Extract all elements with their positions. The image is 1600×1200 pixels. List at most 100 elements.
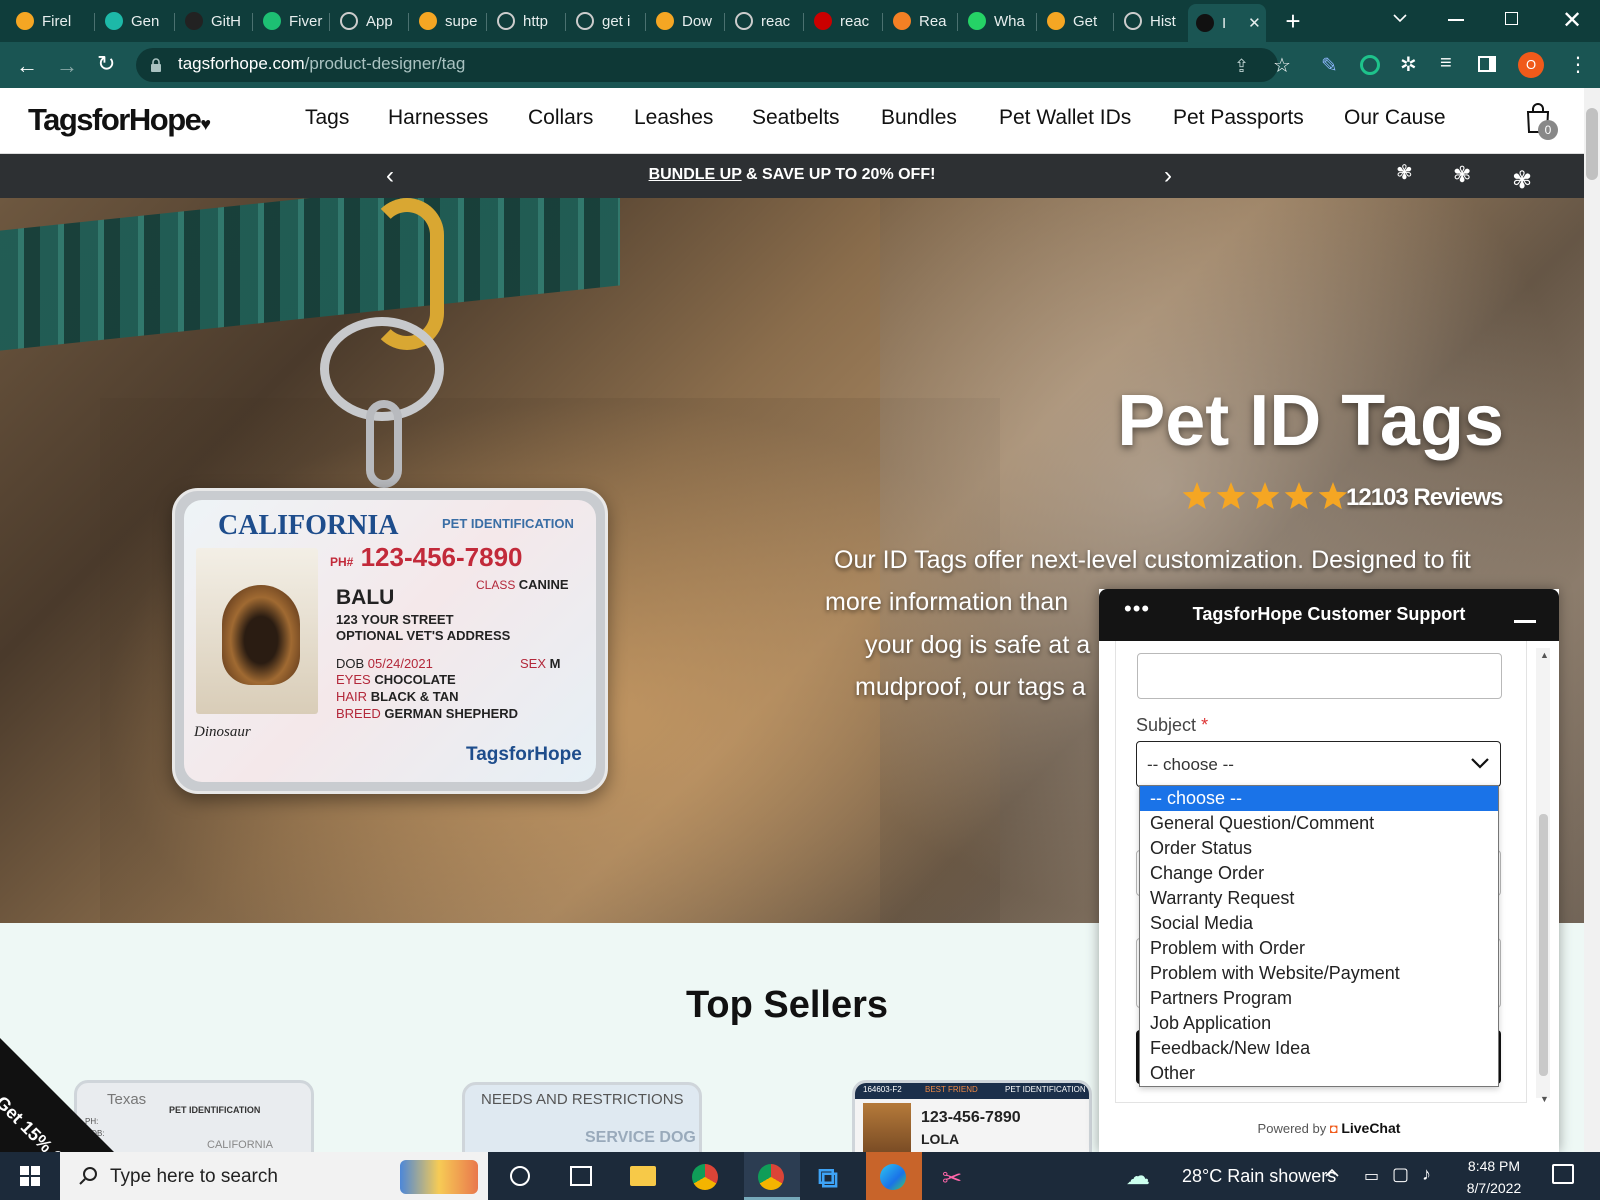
notifications-icon[interactable] — [1552, 1164, 1574, 1184]
profile-avatar[interactable]: O — [1518, 52, 1544, 78]
volume-icon[interactable]: ♪ — [1422, 1164, 1431, 1185]
browser-tab[interactable]: reac — [727, 6, 799, 36]
minimize-button[interactable] — [1448, 19, 1464, 21]
pen-extension-icon[interactable]: ✎ — [1321, 53, 1338, 78]
tagsforhope-icon — [1196, 14, 1214, 32]
subject-option[interactable]: Job Application — [1140, 1011, 1498, 1036]
chat-scroll-up[interactable]: ▲ — [1540, 650, 1549, 660]
chevron-down-icon[interactable] — [1470, 756, 1490, 770]
browser-tab[interactable]: supe — [411, 6, 483, 36]
browser-tab[interactable]: GitH — [177, 6, 249, 36]
windows-start-icon[interactable] — [20, 1166, 40, 1186]
browser-tab[interactable]: Firel — [8, 6, 90, 36]
browser-tab[interactable]: http — [489, 6, 561, 36]
share-icon[interactable]: ⇪ — [1234, 56, 1249, 77]
reading-list-icon[interactable]: ≡ — [1440, 52, 1452, 75]
nav-item-collars[interactable]: Collars — [528, 106, 593, 130]
browser-tab-label: supe — [445, 12, 478, 30]
nav-item-seatbelts[interactable]: Seatbelts — [752, 106, 840, 130]
new-tab-button[interactable]: + — [1280, 8, 1306, 34]
nav-item-leashes[interactable]: Leashes — [634, 106, 713, 130]
subject-option[interactable]: Social Media — [1140, 911, 1498, 936]
grammarly-icon[interactable] — [1360, 55, 1380, 75]
powered-by[interactable]: Powered by ◘ LiveChat — [1099, 1120, 1559, 1136]
extensions-puzzle-icon[interactable]: ✲ — [1400, 52, 1417, 77]
nav-item-pet-passports[interactable]: Pet Passports — [1173, 106, 1304, 130]
reload-icon[interactable]: ↻ — [97, 51, 115, 77]
page-scrollbar[interactable] — [1584, 88, 1600, 1152]
taskbar-search-placeholder[interactable]: Type here to search — [110, 1166, 278, 1188]
browser-tab[interactable]: Rea — [885, 6, 957, 36]
subject-option[interactable]: Feedback/New Idea — [1140, 1036, 1498, 1061]
subject-option[interactable]: Problem with Website/Payment — [1140, 961, 1498, 986]
close-tab-icon[interactable]: ✕ — [1248, 14, 1261, 32]
chat-text-field[interactable] — [1137, 653, 1502, 699]
battery-icon[interactable]: ▭ — [1364, 1166, 1379, 1186]
subject-option[interactable]: -- choose -- — [1140, 786, 1498, 811]
taskbar-clock[interactable]: 8:48 PM 8/7/2022 — [1446, 1155, 1542, 1199]
page-scrollbar-thumb[interactable] — [1586, 108, 1598, 180]
site-logo[interactable]: TagsforHope♥ — [28, 102, 211, 138]
restore-button[interactable] — [1505, 12, 1518, 25]
chrome-icon[interactable] — [692, 1164, 718, 1190]
subject-select[interactable]: -- choose -- — [1136, 741, 1501, 787]
google-icon — [735, 12, 753, 30]
task-view-icon[interactable] — [570, 1166, 592, 1186]
chat-minimize-button[interactable] — [1514, 620, 1536, 623]
subject-option[interactable]: General Question/Comment — [1140, 811, 1498, 836]
subject-option[interactable]: Change Order — [1140, 861, 1498, 886]
promo-next-button[interactable]: › — [1164, 162, 1172, 190]
nav-item-tags[interactable]: Tags — [305, 106, 349, 130]
subject-option[interactable]: Other — [1140, 1061, 1498, 1086]
browser-menu-icon[interactable]: ⋮ — [1568, 52, 1588, 77]
subject-option[interactable]: Partners Program — [1140, 986, 1498, 1011]
snipping-tool-icon[interactable]: ✂ — [942, 1164, 962, 1193]
browser-tab-label: Fiver — [289, 12, 323, 30]
browser-tab[interactable]: reac — [806, 6, 878, 36]
browser-tab[interactable]: App — [332, 6, 404, 36]
paw-icon: ✾ — [1396, 162, 1413, 184]
cart-count-badge: 0 — [1538, 120, 1558, 140]
file-explorer-icon[interactable] — [630, 1166, 656, 1186]
weather-icon[interactable]: ☁ — [1126, 1162, 1150, 1191]
search-highlight-icon[interactable] — [400, 1160, 478, 1194]
google-icon — [497, 12, 515, 30]
browser-tab[interactable]: Get — [1039, 6, 1111, 36]
back-icon[interactable]: ← — [16, 53, 38, 79]
promo-text[interactable]: BUNDLE UP & SAVE UP TO 20% OFF! — [0, 166, 1584, 184]
bookmark-star-icon[interactable]: ☆ — [1273, 53, 1291, 78]
browser-tab[interactable]: I ✕ — [1188, 4, 1266, 42]
nav-item-harnesses[interactable]: Harnesses — [388, 106, 488, 130]
browser-tab[interactable]: get i — [568, 6, 640, 36]
tab-separator — [1036, 13, 1037, 31]
nav-item-pet-wallet-ids[interactable]: Pet Wallet IDs — [999, 106, 1131, 130]
close-window-button[interactable]: ✕ — [1562, 6, 1582, 35]
forward-icon[interactable]: → — [56, 53, 78, 79]
browser-tab[interactable]: Dow — [648, 6, 720, 36]
globe-icon — [340, 12, 358, 30]
subject-option[interactable]: Warranty Request — [1140, 886, 1498, 911]
url-text[interactable]: tagsforhope.com/product-designer/tag — [178, 54, 465, 74]
browser-tab[interactable]: Fiver — [255, 6, 327, 36]
side-panel-icon[interactable] — [1478, 56, 1496, 72]
promo-link[interactable]: BUNDLE UP — [649, 166, 742, 183]
browser-tab[interactable]: Gen — [97, 6, 171, 36]
chat-scrollbar-thumb[interactable] — [1539, 814, 1548, 1076]
weather-text[interactable]: 28°C Rain showers — [1182, 1166, 1336, 1187]
vscode-icon[interactable]: ⧉ — [818, 1162, 838, 1195]
review-count[interactable]: 12103 Reviews — [1346, 484, 1503, 512]
nav-item-bundles[interactable]: Bundles — [881, 106, 957, 130]
subject-option[interactable]: Order Status — [1140, 836, 1498, 861]
cortana-icon[interactable] — [510, 1166, 530, 1186]
lock-icon[interactable] — [150, 58, 162, 72]
edge-icon-inner — [880, 1164, 906, 1190]
network-icon[interactable]: ▢ — [1392, 1164, 1409, 1185]
chat-scroll-down[interactable]: ▼ — [1540, 1094, 1549, 1104]
browser-tab[interactable]: Hist — [1116, 6, 1182, 36]
tab-search-icon[interactable] — [1392, 10, 1408, 26]
nav-item-our-cause[interactable]: Our Cause — [1344, 106, 1446, 130]
subject-option[interactable]: Problem with Order — [1140, 936, 1498, 961]
star-icon — [1182, 482, 1212, 510]
tray-chevron-icon[interactable] — [1324, 1168, 1340, 1178]
browser-tab[interactable]: Wha — [960, 6, 1032, 36]
